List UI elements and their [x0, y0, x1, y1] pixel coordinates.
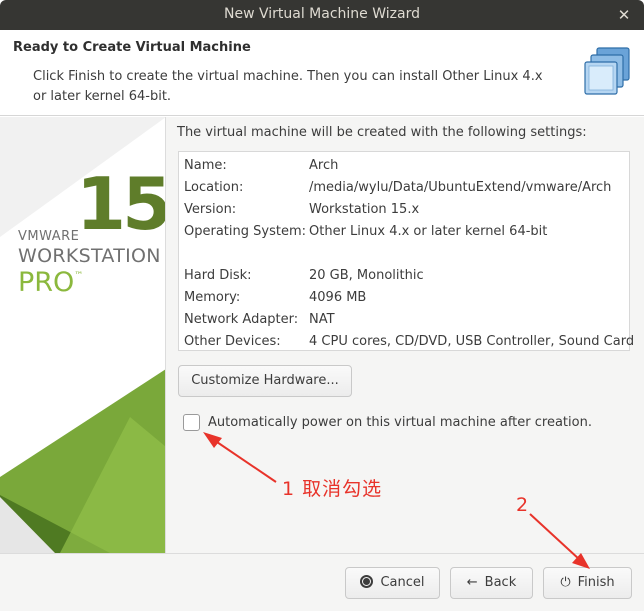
summary-value: 20 GB, Monolithic [309, 268, 424, 283]
back-button[interactable]: ← Back [450, 567, 533, 599]
branding-pane: 15 VMWARE WORKSTATION PRO™ [0, 117, 166, 553]
power-on-checkbox[interactable] [183, 414, 200, 431]
vendor-logo: VMWARE [18, 229, 80, 244]
page-description: Click Finish to create the virtual machi… [33, 69, 543, 104]
summary-label: Version: [184, 202, 237, 217]
cancel-label: Cancel [380, 575, 425, 590]
summary-value: 4096 MB [309, 290, 367, 305]
power-on-label[interactable]: Automatically power on this virtual mach… [208, 414, 592, 431]
arrow-left-icon: ← [466, 575, 478, 590]
summary-value: Other Linux 4.x or later kernel 64-bit [309, 224, 548, 239]
finish-label: Finish [577, 575, 615, 590]
summary-label: Network Adapter: [184, 312, 299, 327]
edition-text: PRO [18, 267, 75, 298]
annotation-step-1: 1 取消勾选 [282, 478, 383, 500]
summary-label: Hard Disk: [184, 268, 252, 283]
summary-value: /media/wylu/Data/UbuntuExtend/vmware/Arc… [309, 180, 612, 195]
summary-label: Name: [184, 158, 227, 173]
settings-summary: Name: Arch Location: /media/wylu/Data/Ub… [178, 151, 634, 351]
power-icon: ⏻ [560, 575, 571, 590]
annotation-step-2: 2 [516, 494, 529, 516]
product-logo: WORKSTATION [18, 245, 161, 267]
close-icon[interactable]: ✕ [614, 5, 634, 25]
trademark-symbol: ™ [74, 271, 84, 281]
summary-value: 4 CPU cores, CD/DVD, USB Controller, Sou… [309, 334, 635, 349]
page-title: Ready to Create Virtual Machine [13, 40, 251, 55]
wizard-content: The virtual machine will be created with… [166, 117, 644, 553]
finish-button[interactable]: ⏻ Finish [543, 567, 632, 599]
vm-stack-icon [584, 47, 630, 95]
summary-label: Location: [184, 180, 244, 195]
back-label: Back [484, 575, 517, 590]
wizard-footer: Cancel ← Back ⏻ Finish [0, 553, 644, 611]
summary-label: Operating System: [184, 224, 306, 239]
summary-label: Other Devices: [184, 334, 281, 349]
cancel-button[interactable]: Cancel [345, 567, 440, 599]
summary-intro: The virtual machine will be created with… [177, 125, 587, 140]
summary-label: Memory: [184, 290, 241, 305]
stop-icon [360, 575, 374, 588]
window-title: New Virtual Machine Wizard [224, 6, 420, 22]
summary-value: Workstation 15.x [309, 202, 420, 217]
version-logo: 15 [76, 162, 166, 246]
title-bar: New Virtual Machine Wizard ✕ [0, 0, 644, 30]
summary-value: Arch [309, 158, 339, 173]
summary-value: NAT [309, 312, 335, 327]
edition-logo: PRO™ [18, 267, 83, 298]
customize-hardware-button[interactable]: Customize Hardware... [178, 365, 352, 397]
wizard-header: Ready to Create Virtual Machine Click Fi… [0, 30, 644, 116]
